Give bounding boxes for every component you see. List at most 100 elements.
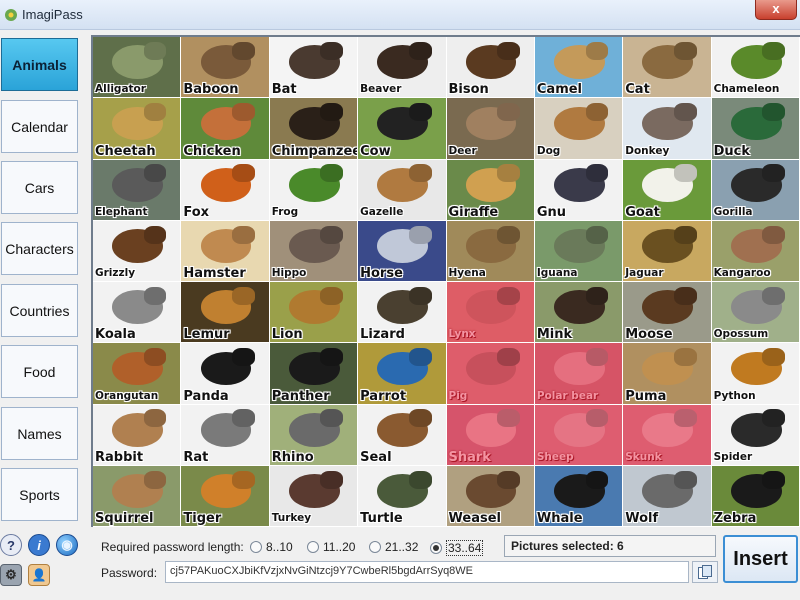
picture-tile-donkey[interactable]: Donkey (623, 98, 712, 160)
picture-tile-whale[interactable]: Whale (534, 465, 624, 527)
category-food[interactable]: Food (1, 345, 78, 398)
length-option-8-10[interactable]: 8..10 (250, 540, 293, 554)
animal-picture-detail (673, 164, 697, 183)
picture-tile-lion[interactable]: Lion (269, 282, 359, 344)
picture-tile-grizzly[interactable]: Grizzly (93, 220, 182, 282)
animal-picture (465, 351, 517, 386)
picture-tile-iguana[interactable]: Iguana (534, 220, 624, 282)
picture-tile-wolf[interactable]: Wolf (623, 465, 712, 527)
animal-picture-detail (408, 409, 432, 428)
category-names[interactable]: Names (1, 407, 78, 460)
animal-picture-detail (585, 409, 609, 428)
globe-icon[interactable]: ◉ (56, 534, 78, 556)
picture-tile-puma[interactable]: Puma (623, 343, 712, 405)
picture-tile-hippo[interactable]: Hippo (269, 220, 359, 282)
picture-tile-tiger[interactable]: Tiger (181, 465, 270, 527)
picture-tile-squirrel[interactable]: Squirrel (93, 465, 182, 527)
picture-tile-duck[interactable]: Duck (711, 98, 800, 160)
picture-tile-lynx[interactable]: Lynx (446, 282, 535, 344)
picture-label: Turkey (271, 512, 312, 524)
picture-tile-horse[interactable]: Horse (358, 220, 447, 282)
length-option-11-20[interactable]: 11..20 (307, 540, 355, 554)
picture-tile-hyena[interactable]: Hyena (446, 220, 535, 282)
picture-tile-pig[interactable]: Pig (446, 343, 535, 405)
radio-dot[interactable] (369, 541, 381, 553)
picture-tile-alligator[interactable]: Alligator (93, 37, 182, 99)
category-countries[interactable]: Countries (1, 284, 78, 337)
picture-tile-bison[interactable]: Bison (446, 37, 535, 99)
picture-tile-opossum[interactable]: Opossum (711, 282, 800, 344)
close-button[interactable]: x (755, 0, 797, 20)
category-sports[interactable]: Sports (1, 468, 78, 521)
picture-tile-jaguar[interactable]: Jaguar (623, 220, 712, 282)
category-cars[interactable]: Cars (1, 161, 78, 214)
picture-tile-mink[interactable]: Mink (534, 282, 624, 344)
picture-tile-camel[interactable]: Camel (534, 37, 624, 99)
picture-tile-kangaroo[interactable]: Kangaroo (711, 220, 800, 282)
picture-tile-frog[interactable]: Frog (269, 159, 359, 221)
radio-dot[interactable] (430, 542, 442, 554)
picture-label: Horse (360, 266, 403, 281)
picture-tile-panda[interactable]: Panda (181, 343, 270, 405)
picture-tile-polar-bear[interactable]: Polar bear (534, 343, 624, 405)
picture-tile-rhino[interactable]: Rhino (269, 404, 359, 466)
picture-tile-orangutan[interactable]: Orangutan (93, 343, 182, 405)
picture-tile-sheep[interactable]: Sheep (534, 404, 624, 466)
insert-button[interactable]: Insert (723, 535, 798, 583)
picture-tile-cheetah[interactable]: Cheetah (93, 98, 182, 160)
picture-tile-goat[interactable]: Goat (623, 159, 712, 221)
help-icon[interactable]: ? (0, 534, 22, 556)
picture-tile-gazelle[interactable]: Gazelle (358, 159, 447, 221)
animal-picture (554, 351, 605, 386)
animal-picture-detail (762, 41, 785, 60)
settings-icon[interactable]: ⚙ (0, 564, 22, 586)
picture-tile-parrot[interactable]: Parrot (358, 343, 447, 405)
picture-tile-lemur[interactable]: Lemur (181, 282, 270, 344)
picture-tile-cow[interactable]: Cow (358, 98, 447, 160)
info-icon[interactable]: i (28, 534, 50, 556)
picture-tile-spider[interactable]: Spider (711, 404, 800, 466)
copy-password-button[interactable] (692, 561, 718, 583)
category-calendar[interactable]: Calendar (1, 100, 78, 153)
picture-tile-dog[interactable]: Dog (534, 98, 624, 160)
picture-tile-baboon[interactable]: Baboon (181, 37, 270, 99)
picture-tile-lizard[interactable]: Lizard (358, 282, 447, 344)
picture-tile-chimpanzee[interactable]: Chimpanzee (269, 98, 359, 160)
picture-label: Panda (183, 388, 229, 404)
picture-tile-zebra[interactable]: Zebra (711, 465, 800, 527)
picture-tile-weasel[interactable]: Weasel (446, 465, 535, 527)
picture-tile-fox[interactable]: Fox (181, 159, 270, 221)
picture-tile-turkey[interactable]: Turkey (269, 465, 359, 527)
password-field[interactable]: cj57PAKuoCXJbiKfVzjxNvGiNtzcj9Y7CwbeRl5b… (165, 561, 689, 583)
picture-tile-rat[interactable]: Rat (181, 404, 270, 466)
picture-tile-gorilla[interactable]: Gorilla (711, 159, 800, 221)
picture-tile-skunk[interactable]: Skunk (623, 404, 712, 466)
radio-dot[interactable] (250, 541, 262, 553)
picture-tile-cat[interactable]: Cat (623, 37, 712, 99)
picture-tile-bat[interactable]: Bat (269, 37, 359, 99)
length-option-21-32[interactable]: 21..32 (369, 540, 418, 554)
picture-tile-chameleon[interactable]: Chameleon (711, 37, 800, 99)
picture-tile-giraffe[interactable]: Giraffe (446, 159, 535, 221)
picture-tile-turtle[interactable]: Turtle (358, 465, 447, 527)
animal-picture-detail (232, 41, 255, 60)
picture-tile-koala[interactable]: Koala (93, 282, 182, 344)
picture-tile-chicken[interactable]: Chicken (181, 98, 270, 160)
picture-tile-elephant[interactable]: Elephant (93, 159, 182, 221)
picture-tile-panther[interactable]: Panther (269, 343, 359, 405)
picture-tile-seal[interactable]: Seal (358, 404, 447, 466)
length-option-33-64[interactable]: 33..64 (430, 540, 484, 556)
picture-tile-gnu[interactable]: Gnu (534, 159, 624, 221)
category-characters[interactable]: Characters (1, 222, 78, 275)
picture-tile-python[interactable]: Python (711, 343, 800, 405)
user-icon[interactable]: 👤 (28, 564, 50, 586)
picture-tile-rabbit[interactable]: Rabbit (93, 404, 182, 466)
radio-dot[interactable] (307, 541, 319, 553)
animal-picture-detail (585, 103, 609, 122)
picture-tile-shark[interactable]: Shark (446, 404, 535, 466)
picture-tile-hamster[interactable]: Hamster (181, 220, 270, 282)
picture-tile-deer[interactable]: Deer (446, 98, 535, 160)
picture-tile-beaver[interactable]: Beaver (358, 37, 447, 99)
picture-tile-moose[interactable]: Moose (623, 282, 712, 344)
category-animals[interactable]: Animals (1, 38, 78, 91)
